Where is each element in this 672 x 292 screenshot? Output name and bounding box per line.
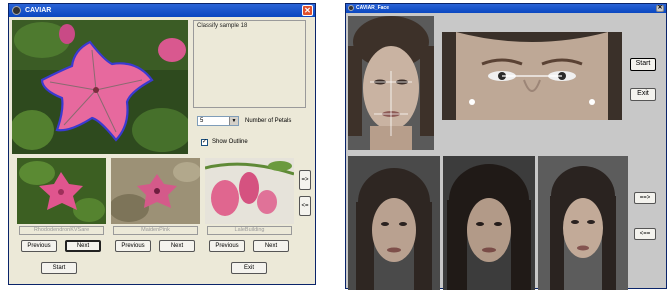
show-outline-label: Show Outline (212, 139, 248, 145)
next-button-3[interactable]: Next (253, 240, 289, 252)
petal-count-select[interactable]: 5 ▼ (197, 116, 239, 126)
petal-count-value: 5 (200, 118, 204, 124)
face-exit-button[interactable]: Exit (630, 88, 656, 101)
face-app-icon (348, 5, 354, 11)
face-back-button[interactable]: <== (634, 228, 656, 240)
sample-name-3: LaleBuilding (207, 226, 292, 235)
app-icon (12, 6, 21, 15)
sample-image-lalebuilding (205, 158, 294, 224)
close-button[interactable]: ✕ (302, 5, 313, 16)
next-button-1[interactable]: Next (65, 240, 101, 252)
info-text: Classify sample 18 (197, 23, 248, 29)
start-button[interactable]: Start (41, 262, 77, 274)
sample-image-rhododendron (17, 158, 106, 224)
title-bar: CAVIAR ✕ (9, 4, 315, 17)
face-title-bar: CAVIAR_Face ✕ (346, 4, 666, 13)
info-text-box[interactable]: Classify sample 18 (193, 20, 306, 108)
show-outline-checkbox[interactable]: ✓ (201, 139, 208, 146)
move-right-button[interactable]: => (299, 170, 311, 190)
previous-button-3[interactable]: Previous (209, 240, 245, 252)
sample-name-1: RhododendronKVSare (19, 226, 104, 235)
move-left-button[interactable]: <= (299, 196, 311, 216)
previous-button-1[interactable]: Previous (21, 240, 57, 252)
face-sample-3 (538, 156, 628, 290)
face-sample-2 (443, 156, 535, 290)
exit-button[interactable]: Exit (231, 262, 267, 274)
petal-count-label: Number of Petals (245, 118, 292, 124)
window-title: CAVIAR (25, 7, 52, 14)
face-close-button[interactable]: ✕ (656, 5, 664, 12)
face-sample-1 (348, 156, 440, 290)
chevron-down-icon[interactable]: ▼ (229, 117, 238, 125)
caviar-face-window: CAVIAR_Face ✕ Start Exit ==> <== (345, 3, 667, 290)
query-flower-image (12, 20, 188, 154)
face-window-title: CAVIAR_Face (356, 5, 389, 11)
caviar-window: CAVIAR ✕ Classify sample 18 5 ▼ Number o… (8, 3, 316, 285)
face-start-button[interactable]: Start (630, 58, 656, 71)
sample-image-maidenpink (111, 158, 200, 224)
face-forward-button[interactable]: ==> (634, 192, 656, 204)
next-button-2[interactable]: Next (159, 240, 195, 252)
previous-button-2[interactable]: Previous (115, 240, 151, 252)
sample-name-2: MaidenPink (113, 226, 198, 235)
zoomed-eyes-image (442, 32, 622, 120)
query-face-image (348, 16, 434, 150)
